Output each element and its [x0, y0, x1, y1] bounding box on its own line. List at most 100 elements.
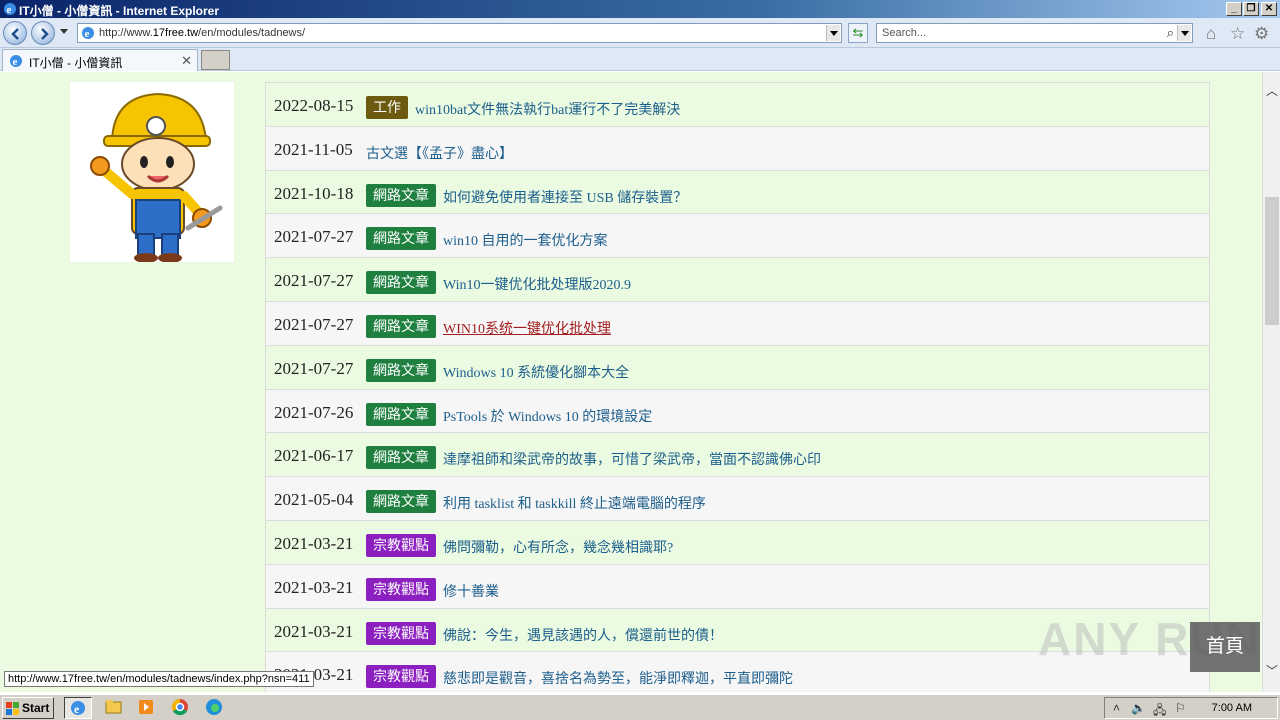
ie-logo-icon: e	[4, 3, 16, 16]
category-badge[interactable]: 網路文章	[366, 358, 436, 382]
clock[interactable]: 7:00 AM	[1212, 702, 1252, 714]
tab-active[interactable]: e IT小僧 - 小僧資訊 ✕	[2, 49, 198, 71]
category-badge[interactable]: 宗教觀點	[366, 665, 436, 689]
favorites-star-icon[interactable]: ☆	[1230, 25, 1245, 42]
home-page-button[interactable]: 首頁	[1190, 622, 1260, 672]
start-label[interactable]: Start	[22, 701, 49, 715]
news-row: 2021-07-27 網路文章 Windows 10 系統優化腳本大全	[266, 345, 1209, 390]
forward-button[interactable]	[31, 21, 55, 45]
news-date: 2021-07-27	[274, 227, 354, 247]
svg-text:e: e	[74, 702, 80, 716]
tab-favicon-icon: e	[10, 55, 22, 68]
news-row: 2021-03-21 宗教觀點 佛問彌勒，心有所念，幾念幾相識耶?	[266, 520, 1209, 565]
search-box[interactable]: Search... ⌕	[876, 23, 1193, 43]
category-badge[interactable]: 網路文章	[366, 490, 436, 514]
news-title-link[interactable]: 古文選【《孟子》盡心】	[366, 143, 513, 163]
start-button[interactable]: Start	[2, 697, 54, 719]
flag-icon[interactable]: ⚐	[1175, 701, 1186, 715]
category-badge[interactable]: 網路文章	[366, 314, 436, 338]
status-hover-url: http://www.17free.tw/en/modules/tadnews/…	[4, 671, 314, 687]
news-title-link[interactable]: 利用 tasklist 和 taskkill 終止遠端電腦的程序	[443, 493, 706, 513]
tray-expand-icon[interactable]: ˄	[1113, 701, 1120, 715]
minimize-button[interactable]: _	[1226, 2, 1242, 16]
news-row: 2021-10-18 網路文章 如何避免使用者連接至 USB 儲存裝置？	[266, 170, 1209, 215]
news-row: 2021-06-17 網路文章 達摩祖師和梁武帝的故事，可惜了梁武帝，當面不認識佛心…	[266, 433, 1209, 478]
history-dropdown-icon[interactable]	[60, 29, 68, 34]
taskbar-media-player-icon[interactable]	[133, 697, 161, 719]
search-placeholder[interactable]: Search...	[882, 27, 926, 39]
category-badge[interactable]: 工作	[366, 96, 408, 119]
tab-label[interactable]: IT小僧 - 小僧資訊	[29, 54, 122, 71]
news-title-link[interactable]: Windows 10 系統優化腳本大全	[443, 362, 629, 382]
news-title-link[interactable]: win10 自用的一套优化方案	[443, 230, 608, 250]
vertical-scrollbar[interactable]: ︿ ﹀	[1262, 72, 1280, 692]
network-icon[interactable]: 🖧	[1153, 701, 1166, 720]
close-window-button[interactable]: ✕	[1261, 2, 1277, 16]
category-badge[interactable]: 網路文章	[366, 446, 436, 470]
news-row: 2021-07-27 網路文章 WIN10系统一键优化批处理	[266, 301, 1209, 346]
svg-text:e: e	[85, 28, 90, 40]
news-date: 2021-07-27	[274, 358, 354, 378]
navigation-bar: e http://www.17free.tw/en/modules/tadnew…	[0, 18, 1280, 48]
news-title-link[interactable]: 佛說：今生，遇見該遇的人，償還前世的債！	[443, 625, 723, 645]
news-row: 2021-03-21 宗教觀點 修十善業	[266, 564, 1209, 609]
news-title-link[interactable]: 慈悲即是觀音，喜捨名為勢至，能淨即釋迦，平直即彌陀	[443, 668, 793, 688]
news-date: 2021-06-17	[274, 446, 354, 466]
news-date: 2021-03-21	[274, 577, 354, 597]
address-url[interactable]: http://www.17free.tw/en/modules/tadnews/	[99, 27, 305, 39]
taskbar-edge-icon[interactable]	[201, 697, 229, 719]
news-row: 2021-07-26 網路文章 PsTools 於 Windows 10 的環境設定	[266, 389, 1209, 434]
news-row: 2021-07-27 網路文章 Win10一键优化批处理版2020.9	[266, 258, 1209, 302]
scroll-down-icon[interactable]: ﹀	[1266, 662, 1278, 679]
news-row: 2021-07-27 網路文章 win10 自用的一套优化方案	[266, 214, 1209, 259]
news-date: 2021-07-26	[274, 402, 354, 422]
refresh-icon[interactable]: ⇆	[848, 23, 868, 43]
news-date: 2021-05-04	[274, 490, 354, 510]
news-title-link[interactable]: win10bat文件無法執行bat運行不了完美解決	[415, 99, 680, 119]
category-badge[interactable]: 網路文章	[366, 227, 436, 251]
volume-icon[interactable]: 🔈	[1131, 701, 1146, 715]
news-title-link[interactable]: PsTools 於 Windows 10 的環境設定	[443, 406, 652, 426]
address-dropdown-button[interactable]	[826, 25, 840, 41]
category-badge[interactable]: 宗教觀點	[366, 621, 436, 645]
category-badge[interactable]: 宗教觀點	[366, 533, 436, 557]
news-row: 2021-05-04 網路文章 利用 tasklist 和 taskkill 終止遠…	[266, 477, 1209, 521]
home-icon[interactable]: ⌂	[1206, 25, 1216, 42]
tab-close-icon[interactable]: ✕	[181, 53, 192, 69]
svg-text:e: e	[13, 56, 18, 68]
news-list: 2022-08-15 工作 win10bat文件無法執行bat運行不了完美解決 202…	[265, 82, 1210, 692]
back-button[interactable]	[3, 21, 27, 45]
category-badge[interactable]: 宗教觀點	[366, 577, 436, 601]
forward-arrow-icon	[41, 28, 49, 40]
news-row: 2022-08-15 工作 win10bat文件無法執行bat運行不了完美解決	[266, 83, 1209, 127]
tab-strip: e IT小僧 - 小僧資訊 ✕	[0, 48, 1280, 71]
restore-button[interactable]: ❐	[1243, 2, 1259, 16]
taskbar: Start e ˄ 🔈 🖧 ⚐ 7:00 AM	[0, 694, 1280, 720]
news-title-link[interactable]: 佛問彌勒，心有所念，幾念幾相識耶?	[443, 537, 673, 557]
window-title: IT小僧 - 小僧資訊 - Internet Explorer	[19, 4, 220, 18]
news-title-link[interactable]: Win10一键优化批处理版2020.9	[443, 274, 631, 294]
news-row: 2021-11-05 古文選【《孟子》盡心】	[266, 126, 1209, 171]
page-favicon-icon: e	[82, 27, 94, 40]
search-icon[interactable]: ⌕	[1167, 25, 1174, 41]
svg-text:e: e	[7, 4, 12, 16]
category-badge[interactable]: 網路文章	[366, 402, 436, 426]
news-title-link[interactable]: 修十善業	[443, 581, 499, 601]
scrollbar-thumb[interactable]	[1265, 197, 1279, 325]
taskbar-explorer-icon[interactable]	[100, 697, 128, 719]
search-dropdown-button[interactable]	[1177, 25, 1191, 41]
taskbar-ie-icon[interactable]: e	[64, 697, 92, 719]
system-tray: ˄ 🔈 🖧 ⚐ 7:00 AM	[1104, 697, 1278, 719]
address-bar[interactable]: e http://www.17free.tw/en/modules/tadnew…	[77, 23, 842, 43]
news-date: 2022-08-15	[274, 96, 354, 115]
scroll-up-icon[interactable]: ︿	[1266, 82, 1278, 99]
taskbar-chrome-icon[interactable]	[167, 697, 195, 719]
news-title-link[interactable]: 如何避免使用者連接至 USB 儲存裝置？	[443, 187, 687, 207]
news-title-link[interactable]: WIN10系统一键优化批处理	[443, 318, 611, 338]
category-badge[interactable]: 網路文章	[366, 183, 436, 207]
new-tab-button[interactable]	[201, 50, 230, 70]
news-date: 2021-07-27	[274, 314, 354, 334]
settings-gear-icon[interactable]: ⚙	[1254, 25, 1269, 42]
category-badge[interactable]: 網路文章	[366, 271, 436, 295]
news-title-link[interactable]: 達摩祖師和梁武帝的故事，可惜了梁武帝，當面不認識佛心印	[443, 449, 821, 469]
